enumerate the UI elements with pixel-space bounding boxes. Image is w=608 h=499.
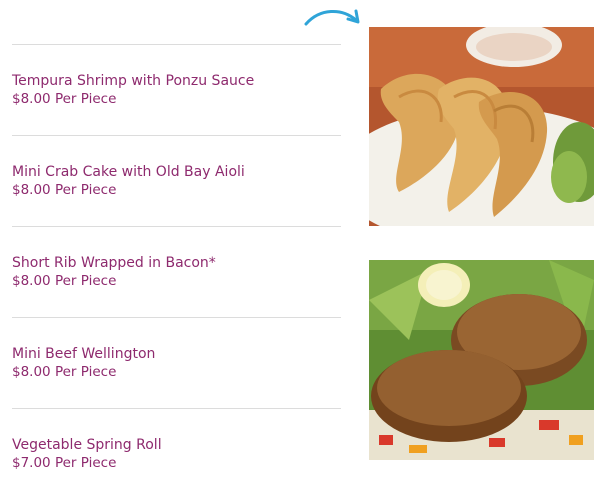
curved-arrow-icon — [304, 9, 360, 26]
menu-item-mini-crab-cake: Mini Crab Cake with Old Bay Aioli $8.00 … — [12, 135, 341, 226]
menu-item-price: $8.00 Per Piece — [12, 182, 117, 198]
menu-item-name: Mini Crab Cake with Old Bay Aioli — [12, 164, 245, 180]
menu-item-price: $8.00 Per Piece — [12, 364, 117, 380]
menu-item-name: Tempura Shrimp with Ponzu Sauce — [12, 73, 255, 89]
menu-item-name: Short Rib Wrapped in Bacon* — [12, 255, 216, 271]
menu-item-name: Mini Beef Wellington — [12, 346, 156, 362]
menu-item-price: $8.00 Per Piece — [12, 273, 117, 289]
crab-cake-photo — [369, 260, 594, 460]
tempura-shrimp-photo — [369, 27, 594, 226]
menu-item-tempura-shrimp: Tempura Shrimp with Ponzu Sauce $8.00 Pe… — [12, 44, 341, 135]
menu-item-name: Vegetable Spring Roll — [12, 437, 162, 453]
menu-item-price: $7.00 Per Piece — [12, 455, 117, 471]
menu-item-mini-beef-wellington: Mini Beef Wellington $8.00 Per Piece — [12, 317, 341, 408]
menu-item-price: $8.00 Per Piece — [12, 91, 117, 107]
menu-item-vegetable-spring-roll: Vegetable Spring Roll $7.00 Per Piece — [12, 408, 341, 499]
appetizer-menu-page: Tempura Shrimp with Ponzu Sauce $8.00 Pe… — [0, 0, 608, 499]
menu-list: Tempura Shrimp with Ponzu Sauce $8.00 Pe… — [12, 44, 341, 499]
menu-item-short-rib: Short Rib Wrapped in Bacon* $8.00 Per Pi… — [12, 226, 341, 317]
